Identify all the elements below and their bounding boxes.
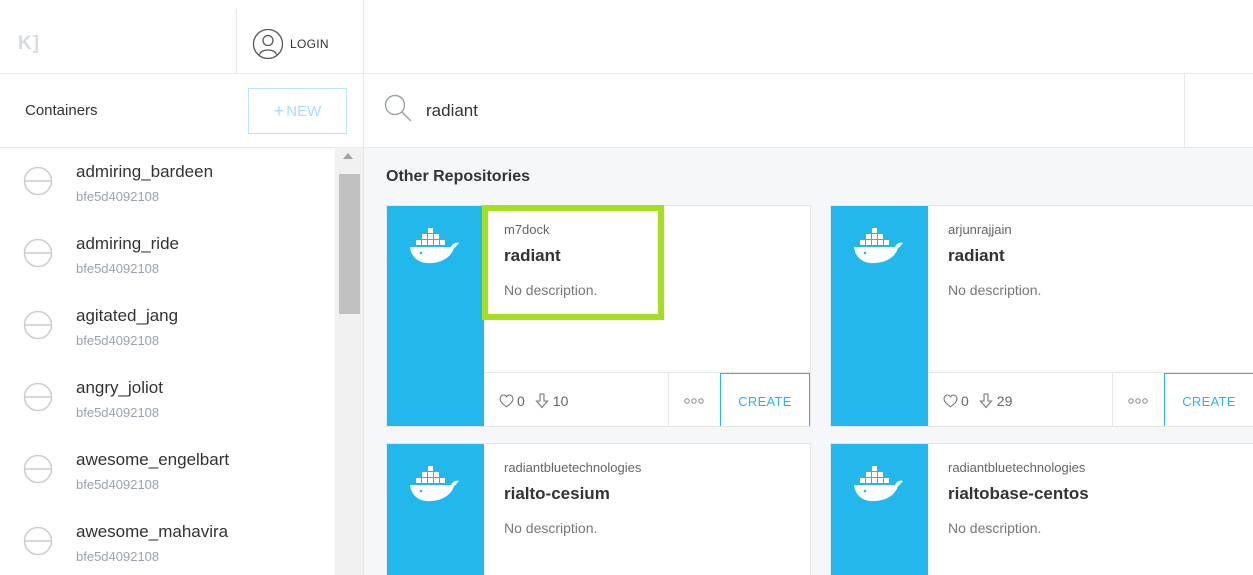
container-item[interactable]: awesome_engelbart bfe5d4092108 bbox=[0, 438, 335, 510]
search-divider bbox=[1184, 74, 1185, 148]
stopped-circle-icon bbox=[23, 382, 53, 412]
container-name: awesome_engelbart bbox=[76, 450, 230, 469]
repo-stats: 0 29 bbox=[943, 393, 1012, 409]
section-title: Other Repositories bbox=[386, 168, 531, 185]
more-dots-icon bbox=[684, 398, 704, 404]
user-circle-icon bbox=[252, 28, 284, 60]
login-label: LOGIN bbox=[290, 37, 329, 51]
search-input[interactable] bbox=[426, 98, 1126, 124]
container-item[interactable]: awesome_mahavira bfe5d4092108 bbox=[0, 510, 335, 575]
repo-menu-button[interactable] bbox=[668, 373, 719, 426]
heart-icon bbox=[499, 394, 514, 408]
new-button-label: NEW bbox=[286, 102, 322, 120]
container-name: admiring_bardeen bbox=[76, 162, 214, 181]
repo-owner: radiantbluetechnologies bbox=[948, 460, 1086, 475]
download-arrow-icon bbox=[979, 393, 993, 409]
stopped-circle-icon bbox=[23, 526, 53, 556]
topbar-divider bbox=[236, 10, 237, 74]
docker-whale-icon bbox=[410, 228, 459, 264]
repo-name: radiant bbox=[948, 246, 1005, 265]
stopped-circle-icon bbox=[23, 454, 53, 484]
scrollbar-thumb[interactable] bbox=[339, 174, 360, 314]
container-id: bfe5d4092108 bbox=[76, 549, 160, 564]
sidebar: K] LOGIN Containers + NEW admiring_barde… bbox=[0, 0, 364, 575]
main-topbar bbox=[364, 0, 1253, 74]
stopped-circle-icon bbox=[23, 238, 53, 268]
container-item[interactable]: admiring_ride bfe5d4092108 bbox=[0, 222, 335, 294]
repo-owner: arjunrajjain bbox=[948, 222, 1012, 237]
repo-card[interactable]: radiantbluetechnologies rialtobase-cento… bbox=[830, 443, 1253, 575]
repo-card[interactable]: m7dock radiant No description. 0 10 CREA… bbox=[386, 205, 811, 427]
search-bar bbox=[364, 74, 1253, 148]
stopped-circle-icon bbox=[23, 310, 53, 340]
heart-icon bbox=[943, 394, 958, 408]
app-logo: K] bbox=[18, 33, 41, 54]
repo-logo-strip bbox=[387, 444, 484, 575]
docker-whale-icon bbox=[854, 466, 903, 502]
container-id: bfe5d4092108 bbox=[76, 405, 160, 420]
repo-logo-strip bbox=[831, 444, 928, 575]
container-item[interactable]: agitated_jang bfe5d4092108 bbox=[0, 294, 335, 366]
download-arrow-icon bbox=[535, 393, 549, 409]
repo-stats: 0 10 bbox=[499, 393, 568, 409]
container-name: admiring_ride bbox=[76, 234, 179, 253]
repo-menu-button[interactable] bbox=[1112, 373, 1163, 426]
pulls-count: 29 bbox=[996, 393, 1013, 409]
repo-logo-strip bbox=[831, 206, 928, 426]
repo-description: No description. bbox=[948, 282, 1042, 298]
repo-description: No description. bbox=[948, 520, 1042, 536]
create-button[interactable]: CREATE bbox=[1164, 373, 1253, 426]
plus-icon: + bbox=[273, 100, 285, 121]
search-icon bbox=[384, 94, 412, 122]
stars-count: 0 bbox=[961, 393, 969, 409]
docker-whale-icon bbox=[854, 228, 903, 264]
repo-name: radiant bbox=[504, 246, 561, 265]
repo-description: No description. bbox=[504, 520, 598, 536]
repo-owner: m7dock bbox=[504, 222, 550, 237]
login-button[interactable]: LOGIN bbox=[252, 28, 329, 60]
results-panel: Other Repositories m7dock radiant No des… bbox=[364, 148, 1253, 575]
stars-count: 0 bbox=[517, 393, 525, 409]
container-name: awesome_mahavira bbox=[76, 522, 229, 541]
sidebar-topbar: K] LOGIN bbox=[0, 0, 364, 74]
container-id: bfe5d4092108 bbox=[76, 333, 160, 348]
more-dots-icon bbox=[1128, 398, 1148, 404]
repo-name: rialto-cesium bbox=[504, 484, 610, 503]
repo-logo-strip bbox=[387, 206, 484, 426]
stopped-circle-icon bbox=[23, 166, 53, 196]
new-container-button[interactable]: + NEW bbox=[248, 88, 347, 134]
repo-card-footer: 0 29 CREATE bbox=[928, 372, 1253, 426]
container-id: bfe5d4092108 bbox=[76, 261, 160, 276]
container-id: bfe5d4092108 bbox=[76, 189, 160, 204]
repo-card[interactable]: arjunrajjain radiant No description. 0 2… bbox=[830, 205, 1253, 427]
pulls-count: 10 bbox=[552, 393, 569, 409]
container-list: admiring_bardeen bfe5d4092108 admiring_r… bbox=[0, 150, 335, 575]
repo-card-footer: 0 10 CREATE bbox=[484, 372, 810, 426]
container-item[interactable]: angry_joliot bfe5d4092108 bbox=[0, 366, 335, 438]
create-button[interactable]: CREATE bbox=[720, 373, 810, 426]
container-id: bfe5d4092108 bbox=[76, 477, 160, 492]
repo-name: rialtobase-centos bbox=[948, 484, 1089, 503]
repo-description: No description. bbox=[504, 282, 598, 298]
scroll-up-arrow-icon[interactable] bbox=[343, 153, 353, 159]
docker-whale-icon bbox=[410, 466, 459, 502]
repo-card[interactable]: radiantbluetechnologies rialto-cesium No… bbox=[386, 443, 811, 575]
containers-title: Containers bbox=[25, 102, 98, 119]
container-name: angry_joliot bbox=[76, 378, 163, 397]
container-name: agitated_jang bbox=[76, 306, 179, 325]
repo-owner: radiantbluetechnologies bbox=[504, 460, 642, 475]
container-item[interactable]: admiring_bardeen bfe5d4092108 bbox=[0, 150, 335, 222]
